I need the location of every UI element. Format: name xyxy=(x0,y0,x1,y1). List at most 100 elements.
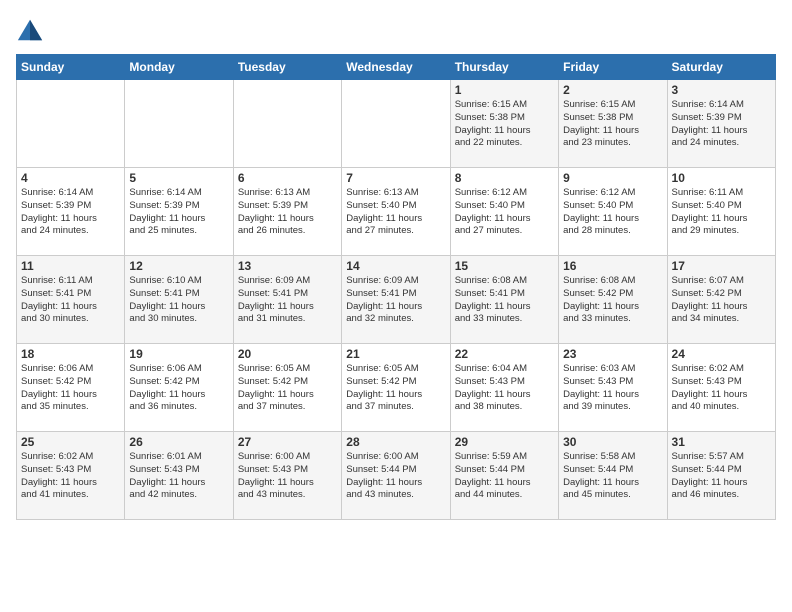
day-info: Sunrise: 6:03 AM Sunset: 5:43 PM Dayligh… xyxy=(563,363,662,414)
day-cell xyxy=(17,80,125,168)
day-info: Sunrise: 6:08 AM Sunset: 5:42 PM Dayligh… xyxy=(563,275,662,326)
day-number: 30 xyxy=(563,435,662,449)
day-info: Sunrise: 6:12 AM Sunset: 5:40 PM Dayligh… xyxy=(563,187,662,238)
day-cell: 16 Sunrise: 6:08 AM Sunset: 5:42 PM Dayli… xyxy=(559,256,667,344)
week-row-5: 25Sunrise: 6:02 AM Sunset: 5:43 PM Dayli… xyxy=(17,432,776,520)
day-info: Sunrise: 5:58 AM Sunset: 5:44 PM Dayligh… xyxy=(563,451,662,502)
day-info: Sunrise: 6:06 AM Sunset: 5:42 PM Dayligh… xyxy=(21,363,120,414)
day-info: Sunrise: 6:06 AM Sunset: 5:42 PM Dayligh… xyxy=(129,363,228,414)
day-number: 19 xyxy=(129,347,228,361)
day-cell: 26 Sunrise: 6:01 AM Sunset: 5:43 PM Dayli… xyxy=(125,432,233,520)
week-row-3: 11 Sunrise: 6:11 AM Sunset: 5:41 PM Dayli… xyxy=(17,256,776,344)
day-number: 14 xyxy=(346,259,445,273)
day-info: Sunrise: 5:59 AM Sunset: 5:44 PM Dayligh… xyxy=(455,451,554,502)
logo-icon xyxy=(16,16,44,44)
day-cell: 30 Sunrise: 5:58 AM Sunset: 5:44 PM Dayli… xyxy=(559,432,667,520)
day-number: 5 xyxy=(129,171,228,185)
day-cell: 5 Sunrise: 6:14 AM Sunset: 5:39 PM Daylig… xyxy=(125,168,233,256)
day-info: Sunrise: 6:15 AM Sunset: 5:38 PM Dayligh… xyxy=(563,99,662,150)
day-number: 22 xyxy=(455,347,554,361)
day-number: 18 xyxy=(21,347,120,361)
day-cell: 21 Sunrise: 6:05 AM Sunset: 5:42 PM Dayli… xyxy=(342,344,450,432)
day-cell: 29Sunrise: 5:59 AM Sunset: 5:44 PM Dayli… xyxy=(450,432,558,520)
day-info: Sunrise: 6:09 AM Sunset: 5:41 PM Dayligh… xyxy=(346,275,445,326)
day-cell: 12 Sunrise: 6:10 AM Sunset: 5:41 PM Dayli… xyxy=(125,256,233,344)
day-cell: 23 Sunrise: 6:03 AM Sunset: 5:43 PM Dayli… xyxy=(559,344,667,432)
day-cell: 1 Sunrise: 6:15 AM Sunset: 5:38 PM Daylig… xyxy=(450,80,558,168)
day-info: Sunrise: 6:05 AM Sunset: 5:42 PM Dayligh… xyxy=(238,363,337,414)
day-number: 13 xyxy=(238,259,337,273)
day-number: 26 xyxy=(129,435,228,449)
day-number: 31 xyxy=(672,435,771,449)
day-cell: 18 Sunrise: 6:06 AM Sunset: 5:42 PM Dayli… xyxy=(17,344,125,432)
day-number: 21 xyxy=(346,347,445,361)
day-info: Sunrise: 6:09 AM Sunset: 5:41 PM Dayligh… xyxy=(238,275,337,326)
day-cell xyxy=(342,80,450,168)
day-number: 23 xyxy=(563,347,662,361)
day-cell: 20 Sunrise: 6:05 AM Sunset: 5:42 PM Dayli… xyxy=(233,344,341,432)
day-info: Sunrise: 6:10 AM Sunset: 5:41 PM Dayligh… xyxy=(129,275,228,326)
calendar-table: SundayMondayTuesdayWednesdayThursdayFrid… xyxy=(16,54,776,520)
day-number: 27 xyxy=(238,435,337,449)
day-number: 25 xyxy=(21,435,120,449)
logo xyxy=(16,16,48,44)
day-cell: 6 Sunrise: 6:13 AM Sunset: 5:39 PM Daylig… xyxy=(233,168,341,256)
day-info: Sunrise: 6:14 AM Sunset: 5:39 PM Dayligh… xyxy=(129,187,228,238)
day-cell: 14 Sunrise: 6:09 AM Sunset: 5:41 PM Dayli… xyxy=(342,256,450,344)
day-info: Sunrise: 6:15 AM Sunset: 5:38 PM Dayligh… xyxy=(455,99,554,150)
week-row-1: 1 Sunrise: 6:15 AM Sunset: 5:38 PM Daylig… xyxy=(17,80,776,168)
day-info: Sunrise: 6:01 AM Sunset: 5:43 PM Dayligh… xyxy=(129,451,228,502)
day-cell: 22 Sunrise: 6:04 AM Sunset: 5:43 PM Dayli… xyxy=(450,344,558,432)
day-number: 8 xyxy=(455,171,554,185)
day-header-thursday: Thursday xyxy=(450,55,558,80)
day-cell: 25Sunrise: 6:02 AM Sunset: 5:43 PM Dayli… xyxy=(17,432,125,520)
day-info: Sunrise: 6:00 AM Sunset: 5:43 PM Dayligh… xyxy=(238,451,337,502)
day-cell: 7 Sunrise: 6:13 AM Sunset: 5:40 PM Daylig… xyxy=(342,168,450,256)
header-row: SundayMondayTuesdayWednesdayThursdayFrid… xyxy=(17,55,776,80)
day-number: 11 xyxy=(21,259,120,273)
day-info: Sunrise: 6:08 AM Sunset: 5:41 PM Dayligh… xyxy=(455,275,554,326)
day-info: Sunrise: 6:02 AM Sunset: 5:43 PM Dayligh… xyxy=(672,363,771,414)
day-number: 4 xyxy=(21,171,120,185)
week-row-4: 18 Sunrise: 6:06 AM Sunset: 5:42 PM Dayli… xyxy=(17,344,776,432)
day-cell: 19 Sunrise: 6:06 AM Sunset: 5:42 PM Dayli… xyxy=(125,344,233,432)
day-info: Sunrise: 6:07 AM Sunset: 5:42 PM Dayligh… xyxy=(672,275,771,326)
day-info: Sunrise: 6:13 AM Sunset: 5:40 PM Dayligh… xyxy=(346,187,445,238)
day-number: 7 xyxy=(346,171,445,185)
day-number: 16 xyxy=(563,259,662,273)
day-header-tuesday: Tuesday xyxy=(233,55,341,80)
day-info: Sunrise: 6:11 AM Sunset: 5:41 PM Dayligh… xyxy=(21,275,120,326)
day-header-friday: Friday xyxy=(559,55,667,80)
day-number: 20 xyxy=(238,347,337,361)
day-number: 9 xyxy=(563,171,662,185)
day-info: Sunrise: 6:04 AM Sunset: 5:43 PM Dayligh… xyxy=(455,363,554,414)
day-header-monday: Monday xyxy=(125,55,233,80)
day-number: 6 xyxy=(238,171,337,185)
day-number: 12 xyxy=(129,259,228,273)
day-info: Sunrise: 5:57 AM Sunset: 5:44 PM Dayligh… xyxy=(672,451,771,502)
day-cell: 28Sunrise: 6:00 AM Sunset: 5:44 PM Dayli… xyxy=(342,432,450,520)
day-number: 15 xyxy=(455,259,554,273)
day-number: 3 xyxy=(672,83,771,97)
day-info: Sunrise: 6:14 AM Sunset: 5:39 PM Dayligh… xyxy=(21,187,120,238)
week-row-2: 4 Sunrise: 6:14 AM Sunset: 5:39 PM Daylig… xyxy=(17,168,776,256)
day-cell: 17 Sunrise: 6:07 AM Sunset: 5:42 PM Dayli… xyxy=(667,256,775,344)
day-cell: 9 Sunrise: 6:12 AM Sunset: 5:40 PM Daylig… xyxy=(559,168,667,256)
day-number: 1 xyxy=(455,83,554,97)
day-cell: 13 Sunrise: 6:09 AM Sunset: 5:41 PM Dayli… xyxy=(233,256,341,344)
page: SundayMondayTuesdayWednesdayThursdayFrid… xyxy=(0,0,792,528)
day-info: Sunrise: 6:05 AM Sunset: 5:42 PM Dayligh… xyxy=(346,363,445,414)
day-cell: 27 Sunrise: 6:00 AM Sunset: 5:43 PM Dayli… xyxy=(233,432,341,520)
day-cell: 8Sunrise: 6:12 AM Sunset: 5:40 PM Daylig… xyxy=(450,168,558,256)
day-cell: 15 Sunrise: 6:08 AM Sunset: 5:41 PM Dayli… xyxy=(450,256,558,344)
day-header-saturday: Saturday xyxy=(667,55,775,80)
day-cell: 3Sunrise: 6:14 AM Sunset: 5:39 PM Daylig… xyxy=(667,80,775,168)
day-cell: 11 Sunrise: 6:11 AM Sunset: 5:41 PM Dayli… xyxy=(17,256,125,344)
day-header-sunday: Sunday xyxy=(17,55,125,80)
day-cell: 4 Sunrise: 6:14 AM Sunset: 5:39 PM Daylig… xyxy=(17,168,125,256)
day-cell xyxy=(233,80,341,168)
day-header-wednesday: Wednesday xyxy=(342,55,450,80)
day-cell: 2Sunrise: 6:15 AM Sunset: 5:38 PM Daylig… xyxy=(559,80,667,168)
day-number: 17 xyxy=(672,259,771,273)
day-info: Sunrise: 6:13 AM Sunset: 5:39 PM Dayligh… xyxy=(238,187,337,238)
